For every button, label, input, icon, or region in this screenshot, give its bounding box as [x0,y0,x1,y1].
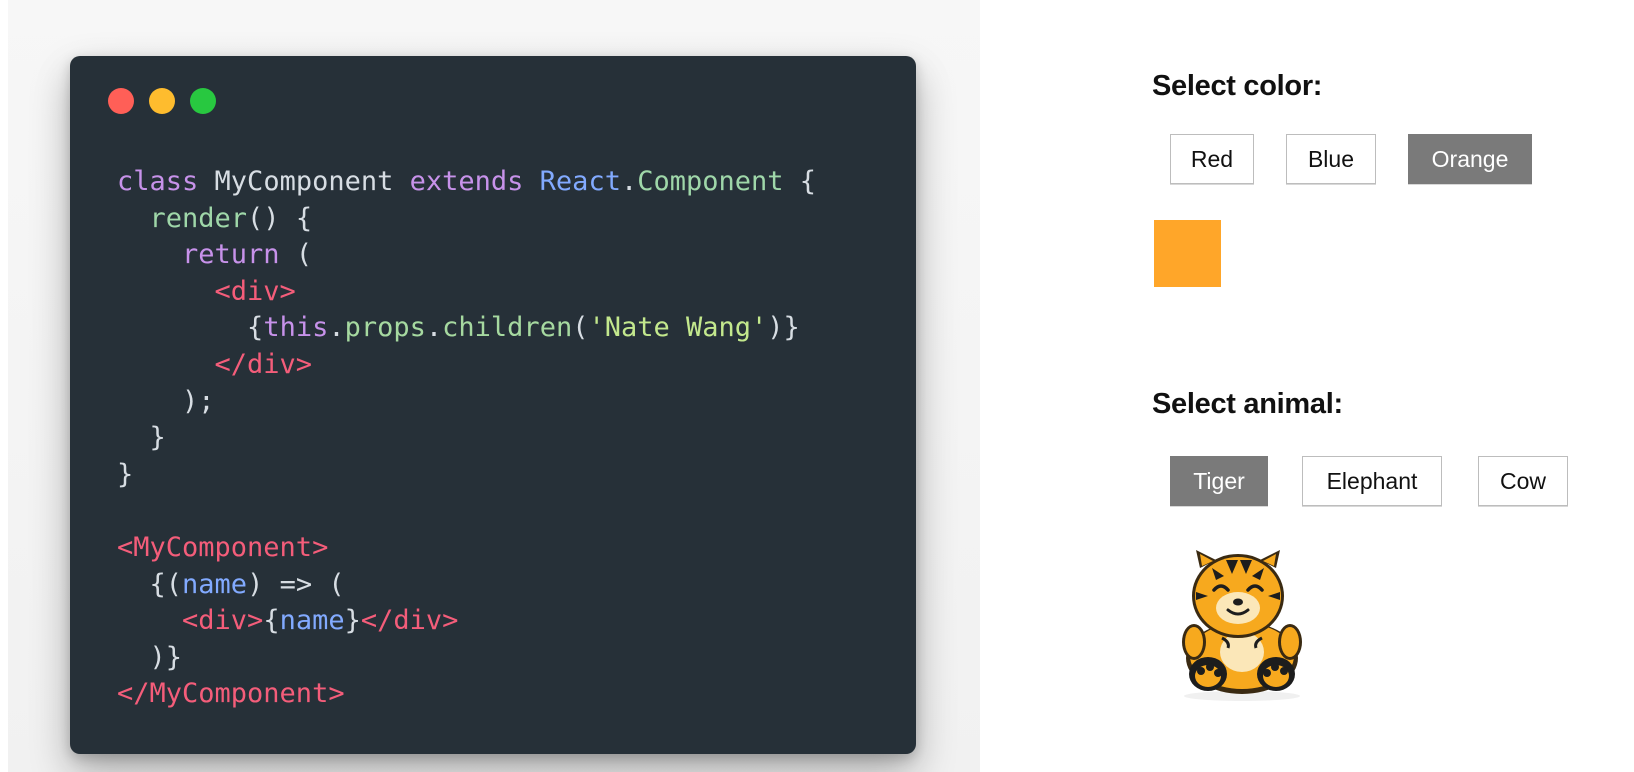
code-line: render() { [117,201,816,238]
code-token: ( [295,239,313,271]
animal-section-label: Select animal: [1152,388,1343,420]
code-token: React [539,166,621,197]
traffic-lights [108,88,216,114]
code-token: MyComponent [214,166,410,197]
code-token: { [783,166,817,197]
code-token: ) => ( [247,568,345,600]
code-window: class MyComponent extends React.Componen… [70,56,916,754]
code-token: children [442,312,573,344]
code-token: extends [409,166,540,197]
color-section-label: Select color: [1152,70,1323,102]
code-token: . [328,312,345,344]
demo-panel: Select color: Red Blue Orange Select ani… [1152,70,1622,760]
code-token: } [117,422,166,454]
code-token: ( [572,312,589,344]
code-line: </div> [117,347,816,384]
code-token: </div> [360,605,459,637]
code-line: ); [117,384,816,421]
color-swatch [1154,220,1221,287]
code-line: <MyComponent> [117,530,816,567]
code-line: {this.props.children('Nate Wang')} [117,310,816,347]
code-token: () { [247,202,313,234]
code-token: { [263,605,280,637]
code-token: <div> [117,275,296,307]
code-token: 'Nate Wang' [588,312,768,344]
code-block: class MyComponent extends React.Componen… [117,164,816,713]
code-token: </div> [117,348,313,380]
code-token: } [344,605,361,637]
code-token: this [263,312,329,344]
code-line: )} [117,640,816,677]
code-token: name [279,605,345,637]
tiger-illustration-icon [1182,550,1302,701]
code-line: return ( [117,237,816,274]
maximize-dot-icon[interactable] [190,88,216,114]
code-token: } [117,458,134,490]
code-line: <div>{name}</div> [117,603,816,640]
code-token: Component [637,166,784,197]
color-option-blue-button[interactable]: Blue [1286,134,1376,184]
code-token: return [117,239,296,271]
color-option-orange-button[interactable]: Orange [1408,134,1532,184]
code-token: props [344,312,426,344]
code-token: {( [117,568,183,600]
close-dot-icon[interactable] [108,88,134,114]
code-token: </MyComponent> [117,678,345,710]
code-line: {(name) => ( [117,567,816,604]
code-line: class MyComponent extends React.Componen… [117,164,816,201]
code-token: <MyComponent> [117,531,329,563]
color-option-red-button[interactable]: Red [1170,134,1254,184]
animal-option-cow-button[interactable]: Cow [1478,456,1568,506]
code-line: </MyComponent> [117,676,816,713]
animal-option-elephant-button[interactable]: Elephant [1302,456,1442,506]
animal-option-tiger-button[interactable]: Tiger [1170,456,1268,506]
code-token: . [425,312,443,344]
code-line: <div> [117,274,816,311]
code-token: class [117,166,215,197]
code-token: <div> [117,605,264,637]
code-token: )} [117,641,183,673]
code-token: )} [767,312,800,344]
code-line: } [117,457,816,494]
code-token: ); [117,385,215,417]
minimize-dot-icon[interactable] [149,88,175,114]
code-token: render [117,202,248,234]
code-token: { [117,312,264,344]
code-token: . [620,166,638,197]
code-token: name [182,568,248,600]
code-line: } [117,420,816,457]
